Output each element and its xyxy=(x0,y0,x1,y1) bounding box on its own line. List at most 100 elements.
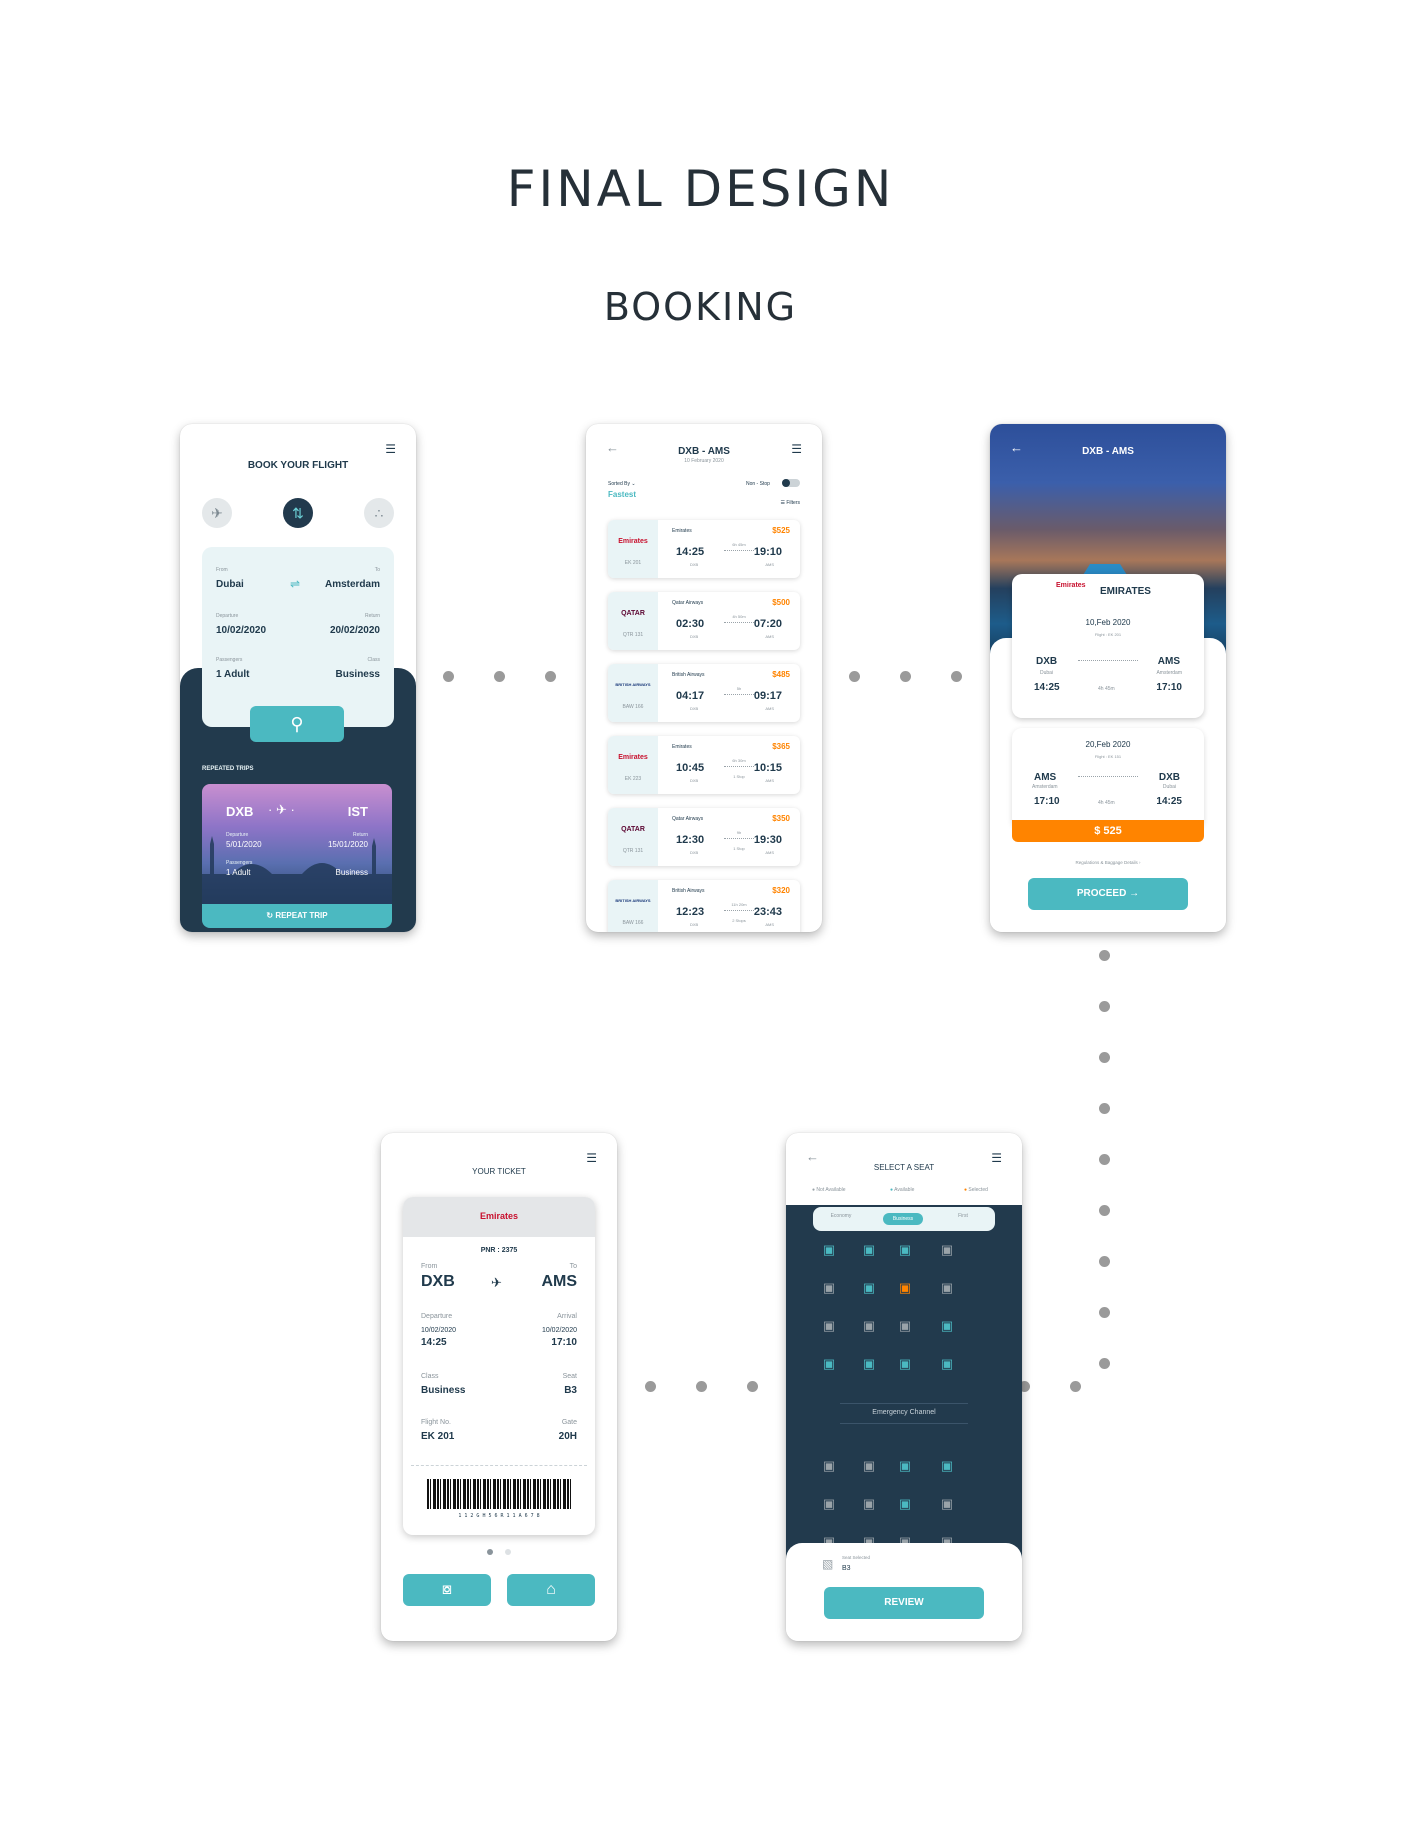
flight-card[interactable]: Emirates EK 201 Emirates $525 14:25 6h 45m 19:… xyxy=(608,520,800,578)
sorted-by-value: Fastest xyxy=(608,490,637,499)
departure-field[interactable]: 10/02/2020 xyxy=(216,625,266,636)
cabin-panel xyxy=(786,1205,1022,1569)
screen-title: SELECT A SEAT xyxy=(873,1163,935,1172)
screen-title: BOOK YOUR FLIGHT xyxy=(247,460,349,471)
arrival-time: 23:43 xyxy=(753,906,782,918)
home-button[interactable]: ⌂ xyxy=(507,1574,595,1606)
flight-card[interactable]: Emirates EK 223 Emirates $365 10:45 6h 30m 1 S… xyxy=(608,736,800,794)
seat-available[interactable]: ▣ xyxy=(822,1357,836,1371)
sorted-by-label[interactable]: Sorted By ⌄ xyxy=(608,481,636,487)
route-title: DXB - AMS xyxy=(1082,446,1134,457)
airline-logo: BRITISH AIRWAYS BAW 166 xyxy=(608,664,658,722)
seat-available[interactable]: ▣ xyxy=(898,1459,912,1473)
route-title: DXB - AMS xyxy=(678,446,730,457)
flight-card[interactable]: QATAR QTR 131 Qatar Airways $500 02:30 4h 50m… xyxy=(608,592,800,650)
flight-price: $485 xyxy=(772,670,790,679)
proceed-button[interactable]: PROCEED → xyxy=(1028,878,1188,910)
total-price: $ 525 xyxy=(1012,820,1204,842)
search-button[interactable]: ⚲ xyxy=(250,706,344,742)
class-field[interactable]: Business xyxy=(336,669,380,680)
airline-logo: QATAR QTR 131 xyxy=(608,808,658,866)
return-card: 20,Feb 2020 Flight : EK 151 AMS Amsterda… xyxy=(1012,728,1204,828)
review-button[interactable]: REVIEW xyxy=(824,1587,984,1619)
seat-available[interactable]: ▣ xyxy=(940,1319,954,1333)
emirates-logo: Emirates xyxy=(1056,582,1086,589)
repeat-trip-button[interactable]: ↻ REPEAT TRIP xyxy=(202,904,392,928)
one-way-plane-icon[interactable]: ✈ xyxy=(202,498,232,528)
flight-card[interactable]: BRITISH AIRWAYS BAW 166 British Airways $32… xyxy=(608,880,800,932)
filters-button[interactable]: ☰ Filters xyxy=(781,500,801,506)
tab-economy[interactable]: Economy xyxy=(821,1213,861,1219)
tab-first[interactable]: First xyxy=(943,1213,983,1219)
arrival-time: 07:20 xyxy=(753,618,782,630)
flight-card[interactable]: BRITISH AIRWAYS BAW 166 British Airways $48… xyxy=(608,664,800,722)
book-flight-screen: ☰ BOOK YOUR FLIGHT ✈ ⇅ ∴ From To Dubai ⇌… xyxy=(180,424,416,932)
seat-unavailable: ▣ xyxy=(862,1318,876,1333)
seat-available[interactable]: ▣ xyxy=(862,1357,876,1371)
menu-icon[interactable]: ☰ xyxy=(385,442,396,456)
duration: 9h xyxy=(736,830,742,835)
arrow-right-icon: → xyxy=(1129,888,1140,899)
seat-available[interactable]: ▣ xyxy=(940,1459,954,1473)
route-date: 10 February 2020 xyxy=(684,458,724,464)
airline-logo: BRITISH AIRWAYS BAW 166 xyxy=(608,880,658,932)
emergency-channel-label: Emergency Channel xyxy=(872,1409,936,1416)
duration: 6h 45m xyxy=(732,542,746,547)
seat-available[interactable]: ▣ xyxy=(862,1243,876,1257)
seat-unavailable: ▣ xyxy=(822,1458,836,1473)
repeated-trips-title: REPEATED TRIPS xyxy=(202,766,254,772)
airline-name: Qatar Airways xyxy=(672,600,704,606)
flight-price: $500 xyxy=(772,598,790,607)
departure-time: 04:17 xyxy=(676,690,705,702)
swap-icon[interactable]: ⇌ xyxy=(290,577,300,591)
passengers-field[interactable]: 1 Adult xyxy=(216,669,250,680)
search-form-card: From To Dubai ⇌ Amsterdam Departure Retu… xyxy=(202,547,394,727)
seat-icon: ▧ xyxy=(822,1557,834,1571)
flight-price: $525 xyxy=(772,526,790,535)
flight-card[interactable]: QATAR QTR 131 Qatar Airways $350 12:30 9h 1 St… xyxy=(608,808,800,866)
to-field[interactable]: Amsterdam xyxy=(325,579,380,590)
stops: 1 Stop xyxy=(733,774,745,779)
page-dot-active[interactable] xyxy=(487,1549,493,1555)
non-stop-label: Non - Stop xyxy=(746,481,770,487)
plane-route-icon: · ✈ · xyxy=(268,802,295,817)
seat-available[interactable]: ▣ xyxy=(862,1281,876,1295)
seat-available[interactable]: ▣ xyxy=(898,1357,912,1371)
airline-name: Emirates xyxy=(672,744,692,750)
seat-available[interactable]: ▣ xyxy=(940,1357,954,1371)
round-trip-icon[interactable]: ⇅ xyxy=(283,498,313,528)
screen-title: YOUR TICKET xyxy=(472,1167,526,1176)
share-button[interactable]: ⧇ xyxy=(403,1574,491,1606)
multi-city-icon[interactable]: ∴ xyxy=(364,498,394,528)
seat-unavailable: ▣ xyxy=(940,1496,954,1511)
seat-available[interactable]: ▣ xyxy=(822,1243,836,1257)
filter-icon: ☰ xyxy=(780,500,785,506)
arrival-time: 19:10 xyxy=(753,546,782,558)
departure-time: 12:30 xyxy=(676,834,705,846)
arrival-time: 19:30 xyxy=(753,834,782,846)
from-field[interactable]: Dubai xyxy=(216,579,244,590)
repeated-trip-card[interactable]: DXB · ✈ · IST Departure Return 5/01/2020… xyxy=(202,784,392,928)
departure-time: 10:45 xyxy=(676,762,705,774)
seat-selected[interactable]: ▣ xyxy=(898,1281,912,1295)
return-field[interactable]: 20/02/2020 xyxy=(330,625,380,636)
seat-available[interactable]: ▣ xyxy=(898,1497,912,1511)
departure-time: 02:30 xyxy=(676,618,705,630)
regulations-link[interactable]: Regulations & Baggage Details › xyxy=(990,860,1226,865)
barcode xyxy=(427,1479,571,1509)
outbound-card: Emirates EMIRATES 10,Feb 2020 Flight : E… xyxy=(1012,574,1204,718)
seat-unavailable: ▣ xyxy=(822,1280,836,1295)
flight-price: $350 xyxy=(772,814,790,823)
seat-available[interactable]: ▣ xyxy=(898,1243,912,1257)
airline-name: British Airways xyxy=(672,672,705,678)
duration: 4h 50m xyxy=(732,614,746,619)
non-stop-toggle[interactable] xyxy=(782,479,800,487)
stops: 2 Stops xyxy=(732,918,746,923)
menu-icon[interactable]: ☰ xyxy=(586,1151,597,1165)
tab-business[interactable]: Business xyxy=(883,1213,923,1225)
page-dot[interactable] xyxy=(505,1549,511,1555)
back-arrow-icon[interactable]: ← xyxy=(806,1149,819,1164)
airline-name: Emirates xyxy=(672,528,692,534)
departure-time: 12:23 xyxy=(676,906,705,918)
barcode-number: 1 1 2 G H 5 6 R 1 1 A 6 7 8 xyxy=(458,1513,540,1519)
